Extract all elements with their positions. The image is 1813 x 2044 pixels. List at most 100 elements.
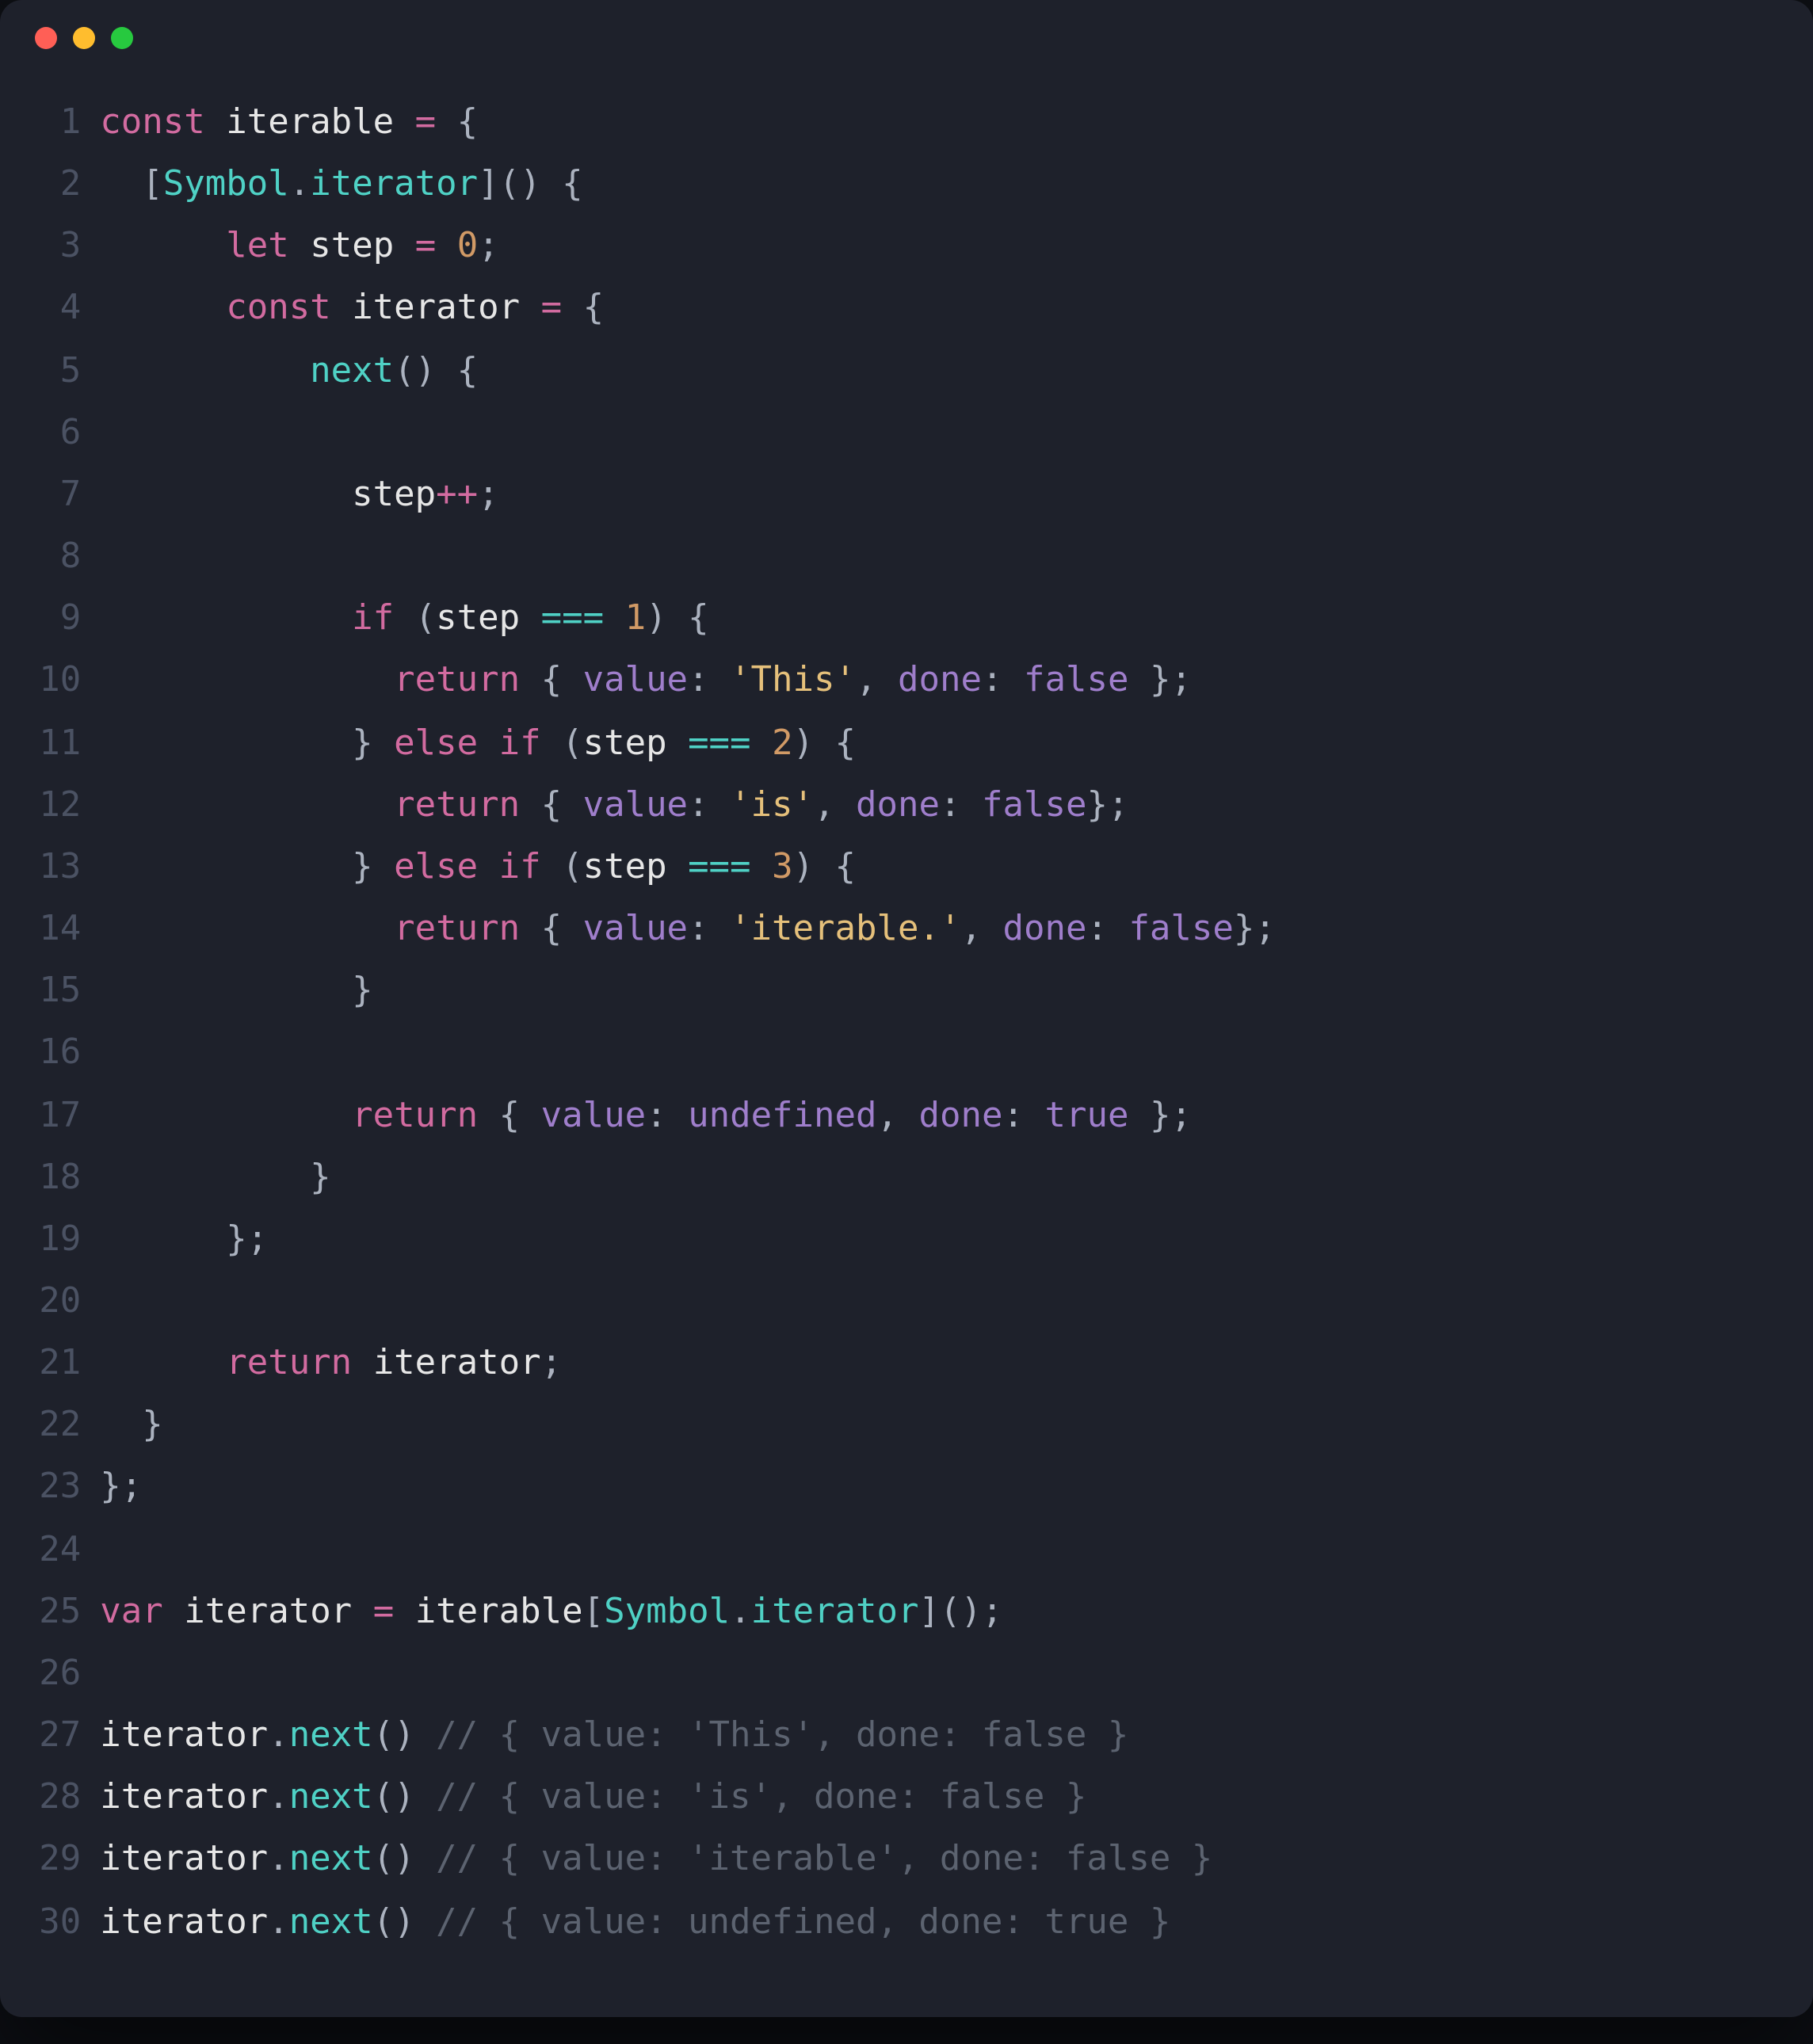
code-content: step++; [100,464,498,526]
token-p [478,848,499,887]
token-id: iterable [226,103,394,143]
code-line[interactable]: 12 return { value: 'is', done: false}; [35,774,1778,836]
code-content: [Symbol.iterator]() { [100,154,582,215]
token-p: { [478,1096,541,1135]
token-p: : [982,662,1024,701]
token-k: else [394,848,478,887]
token-cm: // { value: 'iterable', done: false } [436,1840,1212,1880]
token-p [478,723,499,763]
line-number: 18 [35,1146,100,1208]
code-line[interactable]: 16 [35,1023,1778,1085]
token-p [751,848,773,887]
token-p: } [100,971,372,1011]
line-number: 24 [35,1519,100,1581]
code-line[interactable]: 21 return iterator; [35,1333,1778,1394]
minimize-icon[interactable] [73,27,95,49]
token-id: step [436,600,520,639]
token-p: } [100,848,394,887]
token-p [100,600,352,639]
code-content: iterator.next() // { value: 'iterable', … [100,1829,1212,1891]
code-line[interactable]: 17 return { value: undefined, done: true… [35,1085,1778,1146]
line-number: 6 [35,402,100,464]
code-content: } [100,1395,163,1457]
code-line[interactable]: 20 [35,1271,1778,1333]
token-id: iterable [415,1592,583,1632]
code-line[interactable]: 9 if (step === 1) { [35,589,1778,650]
code-line[interactable]: 27iterator.next() // { value: 'This', do… [35,1705,1778,1767]
token-p: ](); [919,1592,1003,1632]
token-p: : [1086,910,1128,949]
code-content: }; [100,1457,142,1519]
line-number: 16 [35,1023,100,1085]
token-p: . [268,1716,289,1756]
token-fn: next [310,351,394,391]
token-p: ) { [793,723,857,763]
zoom-icon[interactable] [111,27,133,49]
code-line[interactable]: 14 return { value: 'iterable.', done: fa… [35,898,1778,960]
code-line[interactable]: 25var iterator = iterable[Symbol.iterato… [35,1581,1778,1643]
code-content: return { value: 'iterable.', done: false… [100,898,1276,960]
token-prop: done [856,785,940,825]
code-line[interactable]: 5 next() { [35,340,1778,402]
token-p: , [856,662,898,701]
code-line[interactable]: 18 } [35,1146,1778,1208]
code-line[interactable]: 11 } else if (step === 2) { [35,712,1778,774]
token-k: ++ [436,475,478,515]
close-icon[interactable] [35,27,57,49]
token-fn: Symbol [163,165,289,204]
token-p: ; [478,227,499,267]
code-line[interactable]: 4 const iterator = { [35,278,1778,340]
code-line[interactable]: 30iterator.next() // { value: undefined,… [35,1891,1778,1953]
token-p [100,227,226,267]
code-line[interactable]: 22 } [35,1395,1778,1457]
token-id: iterator [352,289,520,329]
token-k: return [352,1096,478,1135]
code-line[interactable]: 26 [35,1643,1778,1705]
token-p [100,351,310,391]
code-line[interactable]: 10 return { value: 'This', done: false }… [35,650,1778,712]
token-p [163,1592,185,1632]
token-id: step [583,723,667,763]
token-p: () [373,1902,437,1942]
token-p [436,227,457,267]
code-line[interactable]: 7 step++; [35,464,1778,526]
token-p: . [289,165,311,204]
token-kw2: undefined [688,1096,876,1135]
token-p: } [100,723,394,763]
code-line[interactable]: 29iterator.next() // { value: 'iterable'… [35,1829,1778,1891]
code-line[interactable]: 1const iterable = { [35,92,1778,154]
code-content: } [100,1146,330,1208]
token-k: return [394,662,520,701]
token-p [604,600,625,639]
code-line[interactable]: 2 [Symbol.iterator]() { [35,154,1778,215]
code-line[interactable]: 15 } [35,960,1778,1022]
code-line[interactable]: 6 [35,402,1778,464]
token-p [100,785,394,825]
code-content: return { value: undefined, done: true }; [100,1085,1192,1146]
token-p [394,1592,415,1632]
token-p: } [100,1157,330,1197]
code-line[interactable]: 13 } else if (step === 3) { [35,837,1778,898]
token-p [205,103,227,143]
code-line[interactable]: 24 [35,1519,1778,1581]
code-line[interactable]: 19 }; [35,1209,1778,1271]
token-p: ) { [793,848,857,887]
token-id: iterator [100,1716,268,1756]
token-p: }; [1086,785,1128,825]
token-p [100,1096,352,1135]
token-id: iterator [184,1592,352,1632]
token-p: () [373,1840,437,1880]
token-p [352,1592,373,1632]
line-number: 17 [35,1085,100,1146]
code-line[interactable]: 28iterator.next() // { value: 'is', done… [35,1767,1778,1829]
code-line[interactable]: 8 [35,526,1778,588]
token-prop: value [541,1096,646,1135]
token-k: return [226,1344,352,1383]
token-p: ; [478,475,499,515]
code-content: var iterator = iterable[Symbol.iterator]… [100,1581,1002,1643]
code-content: iterator.next() // { value: 'is', done: … [100,1767,1086,1829]
code-line[interactable]: 23}; [35,1457,1778,1519]
code-editor[interactable]: 1const iterable = {2 [Symbol.iterator]()… [0,76,1813,2016]
code-line[interactable]: 3 let step = 0; [35,216,1778,278]
line-number: 12 [35,774,100,836]
